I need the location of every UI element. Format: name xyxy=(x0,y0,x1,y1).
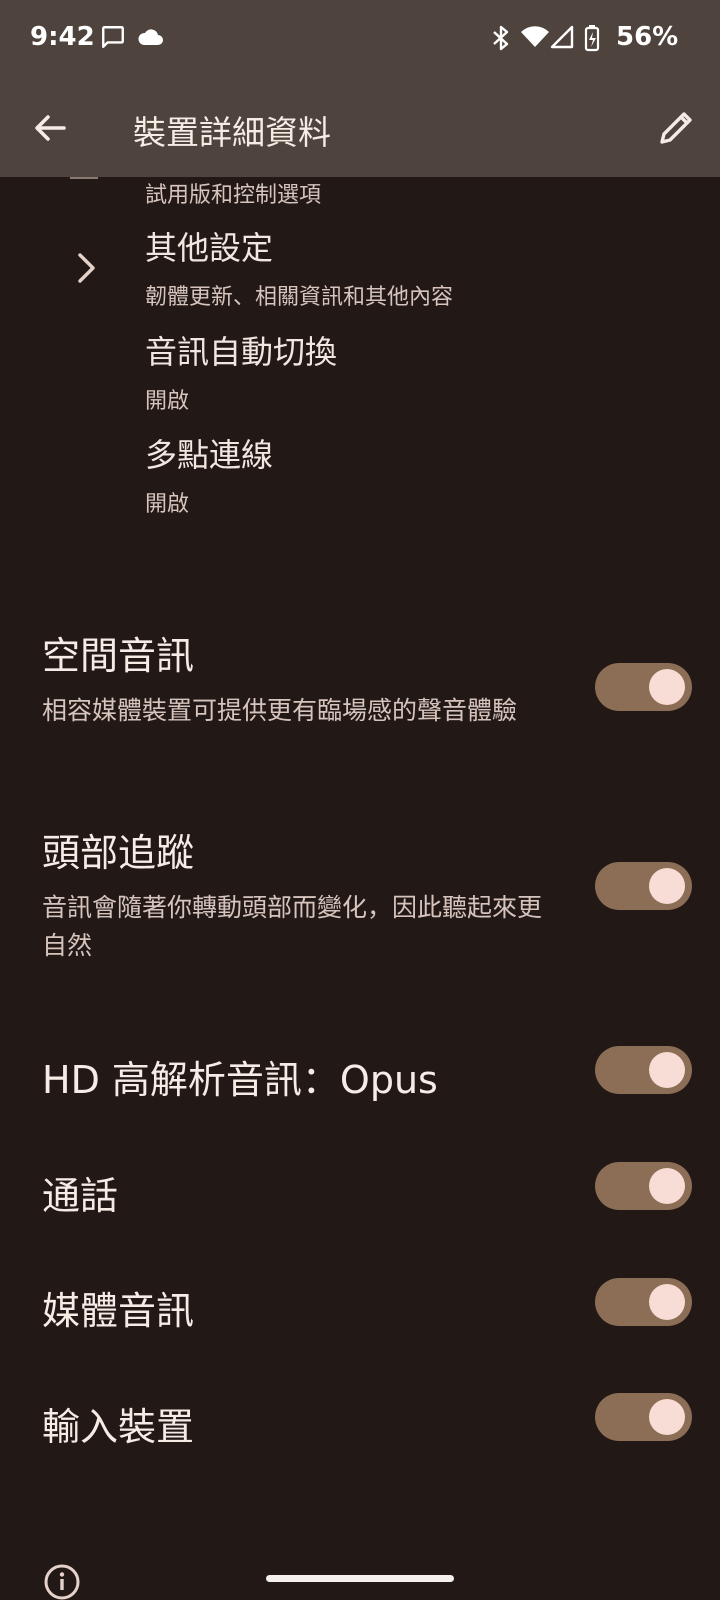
input-device-title: 輸入裝置 xyxy=(42,1405,195,1449)
spatial-audio-toggle[interactable] xyxy=(595,663,692,711)
battery-percentage: 56% xyxy=(616,22,679,52)
message-icon xyxy=(102,26,124,48)
page-title: 裝置詳細資料 xyxy=(133,113,331,152)
status-time: 9:42 xyxy=(30,22,95,52)
calls-title: 通話 xyxy=(42,1174,119,1218)
input-device-setting[interactable]: 輸入裝置 xyxy=(42,1396,194,1451)
audio-auto-switch-title: 音訊自動切換 xyxy=(145,333,338,371)
battery-icon xyxy=(584,25,600,52)
multipoint-title: 多點連線 xyxy=(145,436,274,474)
signal-icon xyxy=(550,25,574,49)
multipoint-summary: 開啟 xyxy=(145,492,190,517)
calls-setting[interactable]: 通話 xyxy=(42,1165,118,1220)
toggle-thumb xyxy=(649,669,685,705)
info-icon xyxy=(44,1564,80,1600)
head-tracking-toggle[interactable] xyxy=(595,862,692,910)
other-settings-title: 其他設定 xyxy=(145,229,274,267)
settings-list: 試用版和控制選項 其他設定 韌體更新、相關資訊和其他內容 音訊自動切換 開啟 多… xyxy=(0,177,720,1600)
toggle-thumb xyxy=(649,1052,685,1088)
trial-controls-summary[interactable]: 試用版和控制選項 xyxy=(145,177,321,209)
calls-toggle[interactable] xyxy=(595,1162,692,1210)
hd-audio-toggle[interactable] xyxy=(595,1046,692,1094)
hd-audio-setting[interactable]: HD 高解析音訊：Opus xyxy=(42,1049,438,1104)
head-tracking-summary: 音訊會隨著你轉動頭部而變化，因此聽起來更自然 xyxy=(42,893,543,960)
spatial-audio-summary: 相容媒體裝置可提供更有臨場感的聲音體驗 xyxy=(42,696,518,725)
audio-auto-switch-item[interactable]: 音訊自動切換 開啟 xyxy=(145,327,337,415)
multipoint-item[interactable]: 多點連線 開啟 xyxy=(145,430,273,518)
chevron-right-icon[interactable] xyxy=(74,249,100,287)
audio-auto-switch-summary: 開啟 xyxy=(145,389,190,414)
toggle-thumb xyxy=(649,1284,685,1320)
spatial-audio-setting[interactable]: 空間音訊 相容媒體裝置可提供更有臨場感的聲音體驗 xyxy=(42,625,562,730)
divider xyxy=(70,177,98,179)
bluetooth-icon xyxy=(493,25,509,51)
edit-pencil-icon[interactable] xyxy=(652,104,700,152)
toggle-thumb xyxy=(649,868,685,904)
cloud-icon xyxy=(138,29,163,45)
spatial-audio-title: 空間音訊 xyxy=(42,634,195,678)
toggle-thumb xyxy=(649,1399,685,1435)
other-settings-item[interactable]: 其他設定 韌體更新、相關資訊和其他內容 xyxy=(145,223,453,311)
hd-audio-title: HD 高解析音訊：Opus xyxy=(42,1058,438,1102)
media-audio-setting[interactable]: 媒體音訊 xyxy=(42,1280,194,1335)
arrow-back-icon[interactable] xyxy=(26,104,74,152)
wifi-icon xyxy=(521,26,549,47)
head-tracking-title: 頭部追蹤 xyxy=(42,831,195,875)
toggle-thumb xyxy=(649,1168,685,1204)
media-audio-title: 媒體音訊 xyxy=(42,1289,195,1333)
app-bar: 裝置詳細資料 xyxy=(0,80,720,177)
head-tracking-setting[interactable]: 頭部追蹤 音訊會隨著你轉動頭部而變化，因此聽起來更自然 xyxy=(42,822,562,965)
status-bar: 9:42 56% xyxy=(0,0,720,80)
input-device-toggle[interactable] xyxy=(595,1393,692,1441)
media-audio-toggle[interactable] xyxy=(595,1278,692,1326)
gesture-nav-handle[interactable] xyxy=(266,1575,454,1582)
other-settings-summary: 韌體更新、相關資訊和其他內容 xyxy=(145,285,454,310)
